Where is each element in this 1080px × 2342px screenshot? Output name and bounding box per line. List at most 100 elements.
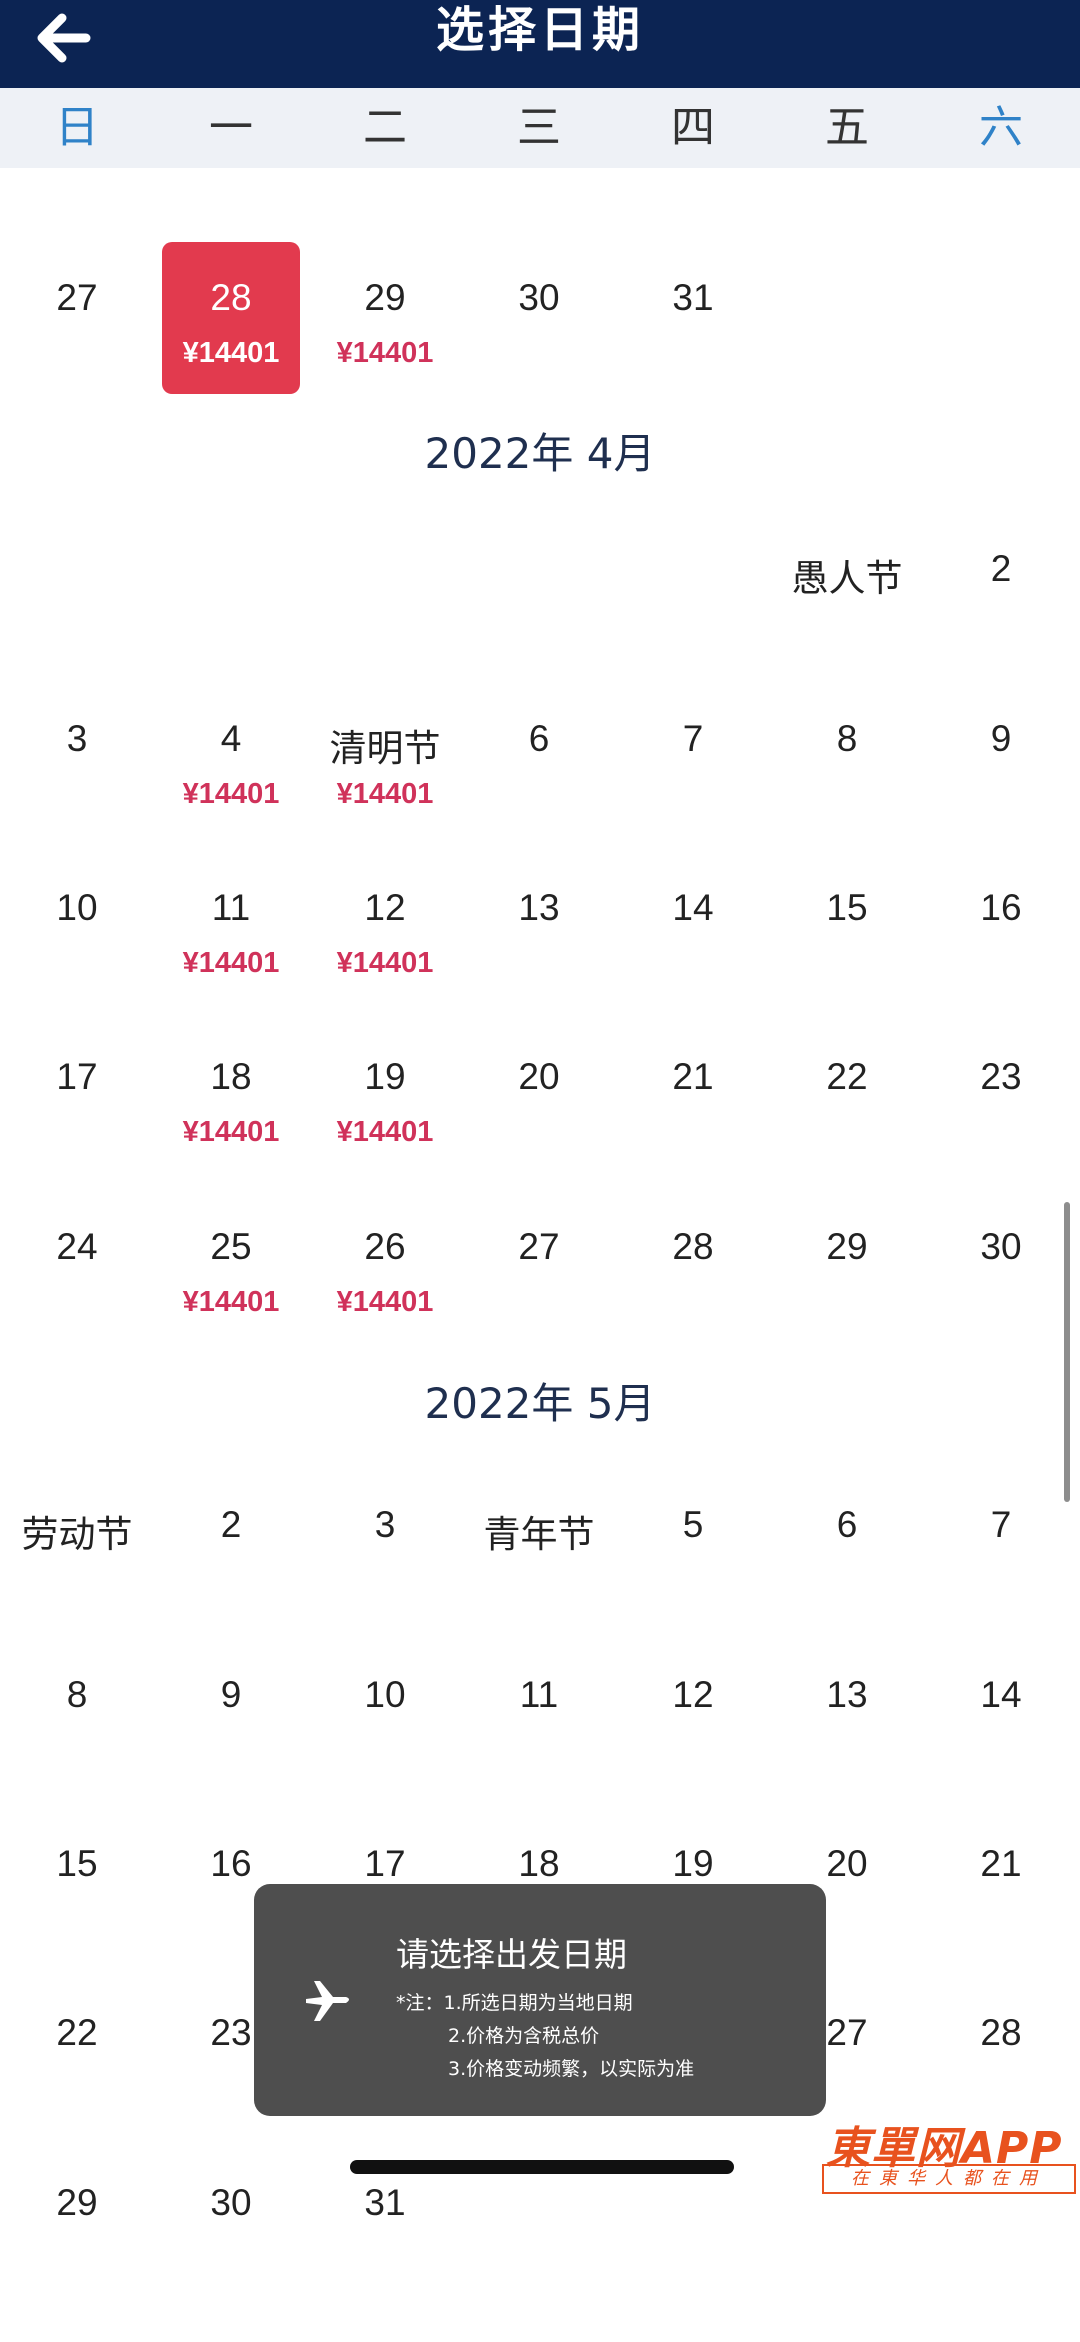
day-number: 14: [672, 887, 714, 928]
day-price: ¥14401: [182, 1116, 280, 1148]
calendar-day[interactable]: 14: [924, 1674, 1078, 1834]
holiday-label: 青年节: [483, 1513, 595, 1556]
calendar-day-selected[interactable]: 28 ¥14401: [154, 242, 308, 437]
calendar-day[interactable]: 29: [0, 2182, 154, 2342]
airplane-icon: [306, 1981, 349, 2021]
calendar-day[interactable]: 27: [462, 1226, 616, 1386]
calendar-day[interactable]: 23: [924, 1056, 1078, 1216]
day-number: 7: [990, 1504, 1012, 1545]
day-number: 11: [519, 1674, 559, 1715]
calendar-day[interactable]: 7: [924, 1504, 1078, 1664]
calendar-day[interactable]: 29: [770, 1226, 924, 1386]
day-number: 30: [518, 277, 560, 318]
calendar-day[interactable]: 26 ¥14401: [308, 1226, 462, 1386]
day-number: 2: [220, 1504, 242, 1545]
toast-note-1: *注：1.所选日期为当地日期: [396, 1992, 633, 2014]
calendar-day[interactable]: 18 ¥14401: [154, 1056, 308, 1216]
calendar-day[interactable]: 6: [770, 1504, 924, 1664]
calendar-day[interactable]: 22: [0, 2012, 154, 2172]
day-number: 5: [682, 1504, 704, 1545]
calendar-day[interactable]: 14: [616, 887, 770, 1047]
calendar-day[interactable]: 劳动节: [0, 1504, 154, 1664]
day-price: ¥14401: [336, 947, 434, 979]
day-number: 20: [826, 1843, 868, 1884]
day-number: 7: [682, 718, 704, 759]
day-number: 27: [56, 277, 98, 318]
calendar-day[interactable]: 清明节 ¥14401: [308, 718, 462, 878]
calendar-day[interactable]: 7: [616, 718, 770, 878]
day-number: 31: [364, 2182, 406, 2223]
day-number: 3: [374, 1504, 396, 1545]
calendar-day[interactable]: 5: [616, 1504, 770, 1664]
day-number: 28: [210, 277, 252, 318]
calendar-day[interactable]: 20: [462, 1056, 616, 1216]
day-number: 25: [210, 1226, 252, 1267]
calendar-day[interactable]: 15: [0, 1843, 154, 2003]
calendar-day[interactable]: 2: [924, 548, 1078, 708]
calendar-day[interactable]: 17: [0, 1056, 154, 1216]
calendar-day[interactable]: 30: [154, 2182, 308, 2342]
day-number: 17: [56, 1056, 98, 1097]
calendar-day[interactable]: 6: [462, 718, 616, 878]
weekday-sun: 日: [55, 102, 99, 153]
day-number: 22: [826, 1056, 868, 1097]
calendar-day[interactable]: 13: [462, 887, 616, 1047]
calendar-day[interactable]: 30: [924, 1226, 1078, 1386]
day-number: 31: [672, 277, 714, 318]
calendar-day[interactable]: 11: [462, 1674, 616, 1834]
calendar-day[interactable]: 10: [308, 1674, 462, 1834]
calendar-day[interactable]: 9: [154, 1674, 308, 1834]
calendar-day[interactable]: 愚人节: [770, 548, 924, 708]
calendar-day[interactable]: 4 ¥14401: [154, 718, 308, 878]
toast-note-2: 2.价格为含税总价: [448, 2025, 600, 2047]
toast-title: 请选择出发日期: [396, 1935, 627, 1974]
day-number: 12: [364, 887, 406, 928]
calendar-day[interactable]: 12 ¥14401: [308, 887, 462, 1047]
calendar-day[interactable]: 3: [308, 1504, 462, 1664]
day-number: 19: [672, 1843, 714, 1884]
calendar-day[interactable]: 21: [924, 1843, 1078, 2003]
day-number: 28: [672, 1226, 714, 1267]
calendar-day[interactable]: 24: [0, 1226, 154, 1386]
day-number: 17: [364, 1843, 406, 1884]
day-number: 9: [990, 718, 1012, 759]
calendar-day[interactable]: 21: [616, 1056, 770, 1216]
calendar-day[interactable]: 31: [616, 277, 770, 437]
calendar-day[interactable]: 12: [616, 1674, 770, 1834]
calendar-day[interactable]: 10: [0, 887, 154, 1047]
day-number: 21: [672, 1056, 714, 1097]
calendar-day[interactable]: 8: [770, 718, 924, 878]
calendar-day[interactable]: 27: [0, 277, 154, 437]
day-number: 18: [210, 1056, 252, 1097]
weekday-mon: 一: [209, 102, 253, 153]
day-number: 24: [56, 1226, 98, 1267]
calendar-day[interactable]: 3: [0, 718, 154, 878]
calendar-day[interactable]: 31: [308, 2182, 462, 2342]
calendar-day[interactable]: 青年节: [462, 1504, 616, 1664]
home-indicator[interactable]: [350, 2160, 734, 2174]
calendar-day[interactable]: 30: [462, 277, 616, 437]
day-number: 26: [364, 1226, 406, 1267]
day-number: 2: [990, 548, 1012, 589]
scrollbar[interactable]: [1064, 1202, 1070, 1502]
day-number: 29: [364, 277, 406, 318]
day-number: 10: [364, 1674, 406, 1715]
calendar-day[interactable]: 13: [770, 1674, 924, 1834]
calendar-day[interactable]: 22: [770, 1056, 924, 1216]
watermark-sub-text: 在東华人都在用: [822, 2164, 1076, 2194]
calendar-day[interactable]: 11 ¥14401: [154, 887, 308, 1047]
day-number: 11: [211, 887, 251, 928]
day-price: ¥14401: [336, 337, 434, 369]
calendar-day[interactable]: 28: [616, 1226, 770, 1386]
calendar-day[interactable]: 2: [154, 1504, 308, 1664]
day-number: 27: [518, 1226, 560, 1267]
calendar-day[interactable]: 9: [924, 718, 1078, 878]
calendar-day[interactable]: 29 ¥14401: [308, 277, 462, 437]
calendar-day[interactable]: 25 ¥14401: [154, 1226, 308, 1386]
day-number: 13: [518, 887, 560, 928]
calendar-day[interactable]: 19 ¥14401: [308, 1056, 462, 1216]
calendar-day[interactable]: 16: [924, 887, 1078, 1047]
weekday-wed: 三: [517, 102, 561, 153]
calendar-day[interactable]: 8: [0, 1674, 154, 1834]
calendar-day[interactable]: 15: [770, 887, 924, 1047]
